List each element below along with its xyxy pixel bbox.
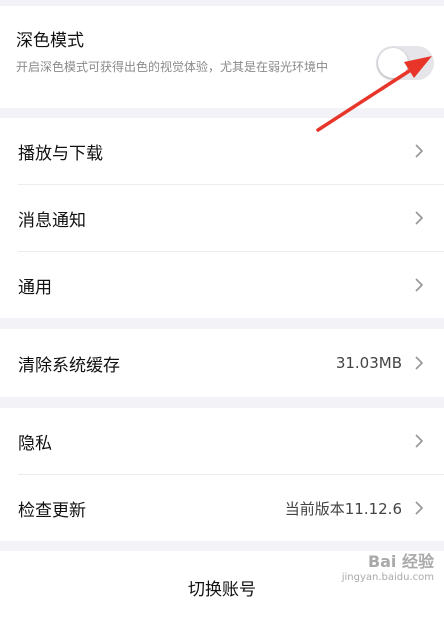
settings-item-label: 通用 [18, 277, 52, 298]
settings-item-notifications[interactable]: 消息通知 [0, 185, 444, 251]
baidu-jingyan-watermark: Bai 经验 jingyan.baidu.com [342, 548, 434, 583]
chevron-right-icon [412, 144, 426, 158]
settings-group-general: 播放与下载 消息通知 通用 [0, 118, 444, 318]
dark-mode-toggle[interactable] [376, 46, 434, 80]
settings-item-general[interactable]: 通用 [0, 252, 444, 318]
dark-mode-row: 深色模式 开启深色模式可获得出色的视觉体验，尤其是在弱光环境中 [0, 6, 444, 108]
settings-item-clear-cache[interactable]: 清除系统缓存 31.03MB [0, 329, 444, 397]
settings-item-label: 消息通知 [18, 210, 86, 231]
section-gap [0, 108, 444, 118]
settings-item-label: 隐私 [18, 433, 52, 454]
cache-size-value: 31.03MB [335, 354, 402, 372]
settings-item-label: 检查更新 [18, 500, 86, 521]
settings-item-privacy[interactable]: 隐私 [0, 408, 444, 474]
settings-item-check-update[interactable]: 检查更新 当前版本11.12.6 [0, 475, 444, 541]
dark-mode-title: 深色模式 [16, 31, 84, 51]
chevron-right-icon [412, 278, 426, 292]
chevron-right-icon [412, 356, 426, 370]
watermark-text: Bai 经验 [367, 552, 434, 571]
chevron-right-icon [412, 211, 426, 225]
settings-group-privacy-update: 隐私 检查更新 当前版本11.12.6 [0, 408, 444, 541]
chevron-right-icon [412, 501, 426, 515]
toggle-knob [378, 48, 408, 78]
version-value: 当前版本11.12.6 [284, 499, 402, 518]
settings-item-label: 播放与下载 [18, 143, 103, 164]
settings-group-cache: 清除系统缓存 31.03MB [0, 329, 444, 397]
watermark-url: jingyan.baidu.com [341, 572, 434, 583]
dark-mode-description: 开启深色模式可获得出色的视觉体验，尤其是在弱光环境中 [16, 60, 329, 74]
section-gap [0, 318, 444, 329]
section-gap [0, 397, 444, 408]
settings-item-playback-download[interactable]: 播放与下载 [0, 118, 444, 184]
chevron-right-icon [412, 434, 426, 448]
settings-item-label: 清除系统缓存 [18, 355, 120, 376]
